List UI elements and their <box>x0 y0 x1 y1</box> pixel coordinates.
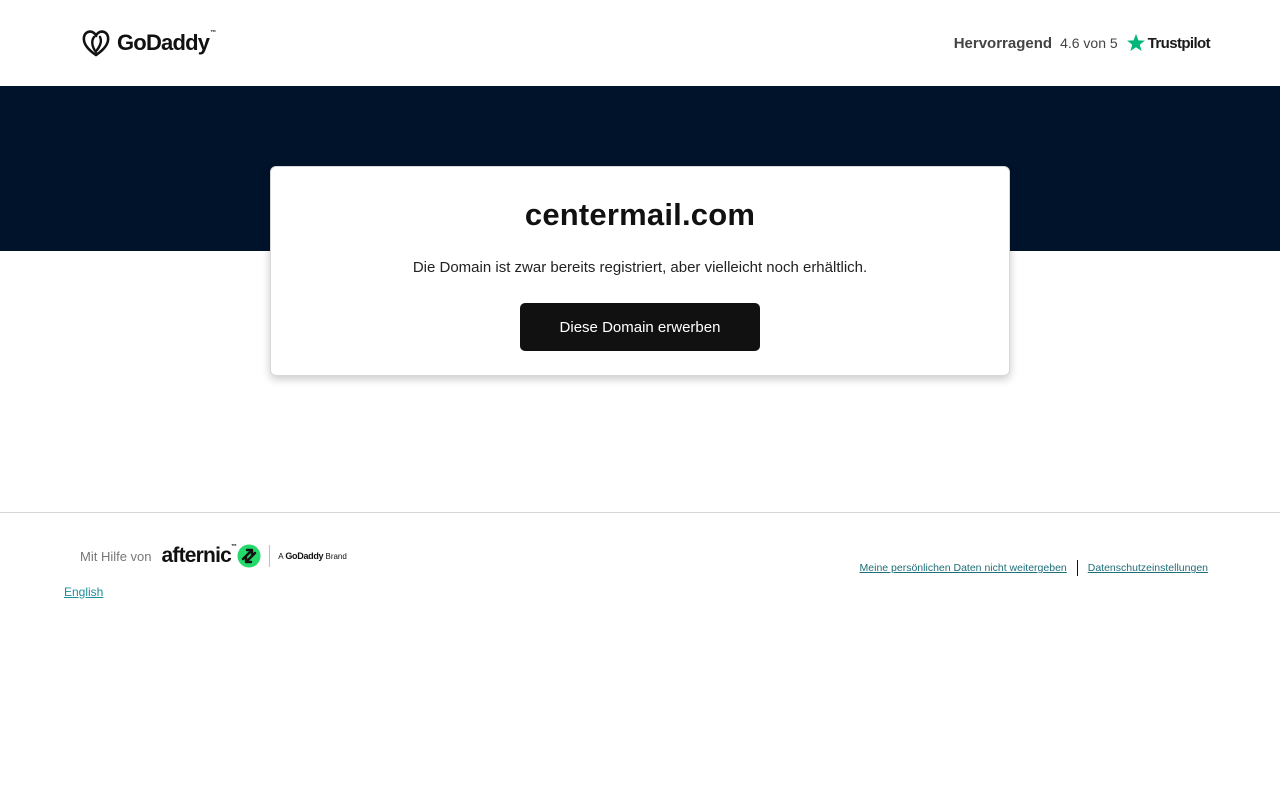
rating-score: 4.6 von 5 <box>1060 35 1118 51</box>
domain-description: Die Domain ist zwar bereits registriert,… <box>412 259 868 276</box>
godaddy-logo[interactable]: GoDaddy™ <box>81 28 216 58</box>
brand-separator <box>269 545 271 567</box>
star-icon <box>1126 34 1145 51</box>
do-not-share-data-link[interactable]: Meine persönlichen Daten nicht weitergeb… <box>860 562 1067 574</box>
footer-divider <box>0 512 1280 513</box>
godaddy-heart-icon <box>82 30 110 57</box>
afternic-logo-text[interactable]: afternic™ <box>162 544 238 568</box>
legal-links: Meine persönlichen Daten nicht weitergeb… <box>860 560 1208 576</box>
buy-domain-button[interactable]: Diese Domain erwerben <box>520 303 760 351</box>
domain-card: centermail.com Die Domain ist zwar berei… <box>270 166 1010 376</box>
afternic-arrows-icon <box>237 544 261 568</box>
powered-label: Mit Hilfe von <box>80 548 152 564</box>
domain-title: centermail.com <box>524 197 756 232</box>
godaddy-brand-tag: A GoDaddy Brand <box>278 551 347 561</box>
legal-separator <box>1076 560 1078 576</box>
trustpilot-name: Trustpilot <box>1147 34 1211 52</box>
logo-text: GoDaddy™ <box>117 30 216 55</box>
language-link-english[interactable]: English <box>64 585 103 599</box>
trustpilot-rating[interactable]: Hervorragend 4.6 von 5 Trustpilot <box>953 31 1211 55</box>
privacy-settings-link[interactable]: Datenschutzeinstellungen <box>1088 562 1208 574</box>
powered-by: Mit Hilfe von afternic™ A GoDaddy Brand <box>80 543 347 569</box>
rating-label: Hervorragend <box>953 34 1053 52</box>
site-header: GoDaddy™ Hervorragend 4.6 von 5 Trustpil… <box>0 0 1280 86</box>
